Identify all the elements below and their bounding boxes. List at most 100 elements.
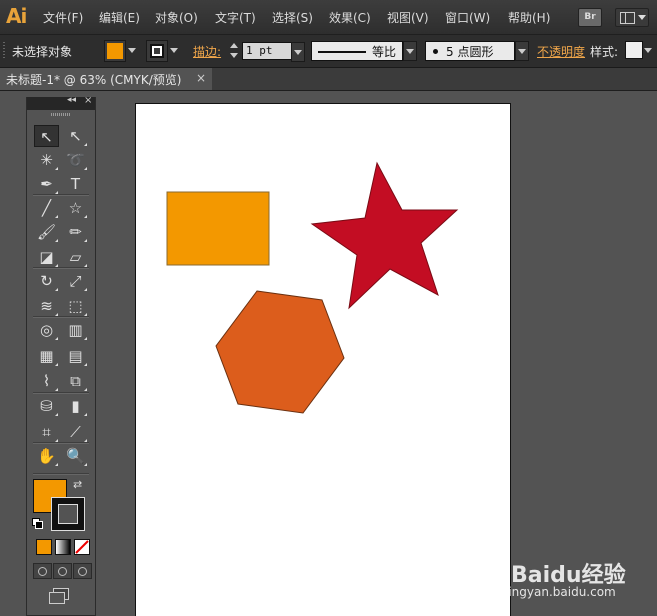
mesh-tool[interactable]: ▦ [34,345,59,367]
orange-rectangle[interactable] [166,191,270,266]
menu-select[interactable]: 选择(S) [272,9,313,26]
app-logo: Ai [6,4,27,28]
column-graph-tool[interactable]: ▮ [63,395,88,417]
type-tool[interactable]: T [63,173,88,195]
style-dropdown-icon[interactable] [644,48,652,53]
flyout-indicator-icon [84,388,87,391]
menu-bar: Ai 文件(F) 编辑(E) 对象(O) 文字(T) 选择(S) 效果(C) 视… [0,0,657,35]
stroke-label[interactable]: 描边: [193,43,221,60]
collapse-panel-icon[interactable]: ◂◂ [67,95,76,105]
spinner-down-icon[interactable] [230,53,238,58]
menu-effect[interactable]: 效果(C) [329,9,371,26]
type-icon: T [70,175,81,193]
line-segment-tool[interactable]: ╱ [34,197,59,219]
stroke-dropdown-icon[interactable] [170,48,178,53]
draw-behind-button[interactable] [53,563,72,579]
blob-brush-tool[interactable]: ◪ [34,246,59,268]
menu-help[interactable]: 帮助(H) [508,9,550,26]
menu-file[interactable]: 文件(F) [43,9,83,26]
stroke-weight-spinner[interactable] [229,42,239,60]
red-star[interactable] [310,161,459,310]
tool-group-divider [33,473,89,475]
screen-mode-button[interactable] [49,588,69,604]
workspace-switcher-button[interactable] [615,8,649,27]
scale-tool[interactable]: ⤢ [63,270,88,292]
lasso-tool[interactable]: ➰ [63,149,88,171]
eraser-tool[interactable]: ▱ [63,246,88,268]
fill-dropdown-icon[interactable] [128,48,136,53]
close-icon[interactable]: × [84,95,92,106]
opacity-label[interactable]: 不透明度 [537,43,585,60]
stroke-color-swatch[interactable] [146,40,168,62]
direct-selection-tool[interactable]: ↖ [63,125,88,147]
spinner-up-icon[interactable] [230,43,238,48]
tools-panel-header[interactable]: ◂◂ × [27,95,95,110]
stroke-color-box[interactable] [51,497,85,531]
color-mode-button[interactable] [36,539,52,555]
stroke-profile-line-icon [318,51,366,53]
profile-dropdown[interactable] [403,41,417,61]
artboard[interactable] [135,103,511,616]
orange-hexagon[interactable] [215,290,345,414]
blend-icon: ⧉ [70,372,81,390]
panel-grip[interactable] [3,42,5,60]
rotate-tool[interactable]: ↻ [34,270,59,292]
scale-icon: ⤢ [69,272,82,290]
perspective-grid-tool[interactable]: ▥ [63,319,88,341]
pencil-tool[interactable]: ✏ [63,221,88,243]
slice-tool[interactable]: ⟋ [63,421,88,443]
menu-object[interactable]: 对象(O) [155,9,198,26]
selection-status: 未选择对象 [12,45,73,59]
warp-tool[interactable]: ≋ [34,295,59,317]
none-mode-button[interactable] [74,539,90,555]
stroke-weight-dropdown[interactable] [291,42,305,62]
brush-dropdown[interactable] [515,41,529,61]
pen-tool[interactable]: ✒ [34,173,59,195]
lasso-icon: ➰ [66,151,85,169]
zoom-tool[interactable]: 🔍 [63,445,88,467]
flyout-indicator-icon [84,463,87,466]
chevron-down-icon [406,49,414,54]
menu-view[interactable]: 视图(V) [387,9,429,26]
shape-builder-icon: ◎ [39,321,54,339]
bridge-button[interactable]: Br [578,8,602,27]
draw-normal-button[interactable] [33,563,52,579]
stroke-weight-input[interactable]: 1 pt [242,42,293,60]
shape-builder-tool[interactable]: ◎ [34,319,59,341]
flyout-indicator-icon [84,167,87,170]
gradient-tool[interactable]: ▤ [63,345,88,367]
default-fill-stroke-icon[interactable] [32,518,43,529]
baidu-watermark: Baidu经验 jingyan.baidu.com [503,553,657,615]
symbol-sprayer-tool[interactable]: ⛁ [34,395,59,417]
graphic-style-swatch[interactable] [625,41,643,59]
free-transform-tool[interactable]: ⬚ [63,295,88,317]
document-tab[interactable]: 未标题-1* @ 63% (CMYK/预览) × [0,68,212,90]
swap-fill-stroke-icon[interactable]: ⇄ [73,478,82,491]
star-tool[interactable]: ☆ [63,197,88,219]
document-tab-title: 未标题-1* @ 63% (CMYK/预览) [6,73,182,87]
menu-window[interactable]: 窗口(W) [445,9,490,26]
menu-type[interactable]: 文字(T) [215,9,256,26]
free-transform-icon: ⬚ [68,297,83,315]
hand-tool[interactable]: ✋ [34,445,59,467]
chevron-down-icon [294,50,302,55]
paintbrush-tool[interactable]: 🖌 [34,221,59,243]
flyout-indicator-icon [55,337,58,340]
variable-width-profile-select[interactable]: 等比 [311,41,403,61]
zoom-icon: 🔍 [66,447,85,465]
artboard-tool[interactable]: ⌗ [34,421,59,443]
blend-tool[interactable]: ⧉ [63,370,88,392]
gradient-mode-button[interactable] [55,539,71,555]
mesh-icon: ▦ [39,347,54,365]
menu-edit[interactable]: 编辑(E) [99,9,140,26]
line-segment-icon: ╱ [41,199,52,217]
close-icon[interactable]: × [196,71,206,85]
panel-grip[interactable] [51,113,71,116]
flyout-indicator-icon [55,363,58,366]
magic-wand-tool[interactable]: ✳ [34,149,59,171]
selection-tool[interactable]: ↖ [34,125,59,147]
draw-inside-button[interactable] [73,563,92,579]
eyedropper-tool[interactable]: ⌇ [34,370,59,392]
brush-definition-select[interactable]: 5 点圆形 [425,41,515,61]
fill-color-swatch[interactable] [104,40,126,62]
